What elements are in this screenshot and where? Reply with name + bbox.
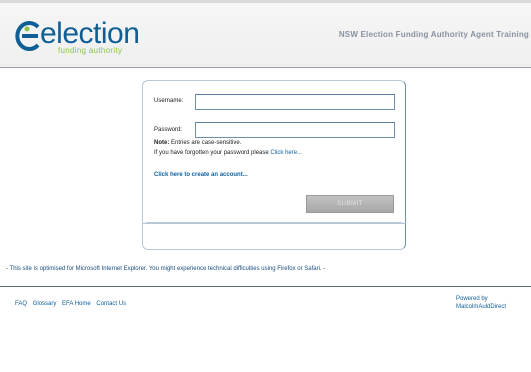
site-title: NSW Election Funding Authority Agent Tra… [338,30,529,39]
case-note: Note: Entries are case-sensitive. [154,140,241,146]
footer-divider [0,286,531,287]
forgot-password-text: If you have forgotten your password plea… [154,150,271,156]
header: election funding authority NSW Election … [0,3,531,67]
password-input[interactable] [195,122,395,138]
logo-tagline: funding authority [58,46,123,55]
username-label: Username: [154,98,184,104]
footer-link-contact-us[interactable]: Contact Us [96,301,126,307]
browser-notice: - This site is optimised for Microsoft I… [6,266,326,272]
powered-by[interactable]: Powered by MalcolmAuldDirect [456,295,506,311]
forgot-password-link[interactable]: Click here... [270,150,302,156]
footer-links: FAQ Glossary EFA Home Contact Us [15,301,130,307]
login-panel: Username: Password: Note: Entries are ca… [142,80,406,224]
powered-by-name: MalcolmAuldDirect [456,304,507,310]
submit-button[interactable]: SUBMIT [306,195,394,213]
create-account-link[interactable]: Click here to create an account... [154,172,248,178]
powered-by-label: Powered by [456,296,488,302]
page: election funding authority NSW Election … [0,0,531,372]
footer-link-faq[interactable]: FAQ [15,301,27,307]
footer-link-efa-home[interactable]: EFA Home [62,301,91,307]
username-input[interactable] [195,94,395,110]
note-label: Note: [154,140,170,146]
lower-panel [142,224,406,250]
note-text: Entries are case-sensitive. [169,140,242,146]
logo[interactable]: election funding authority [14,15,174,59]
footer-link-glossary[interactable]: Glossary [33,301,57,307]
header-divider [0,67,531,68]
password-label: Password: [154,127,183,133]
forgot-password-line: If you have forgotten your password plea… [154,150,302,156]
